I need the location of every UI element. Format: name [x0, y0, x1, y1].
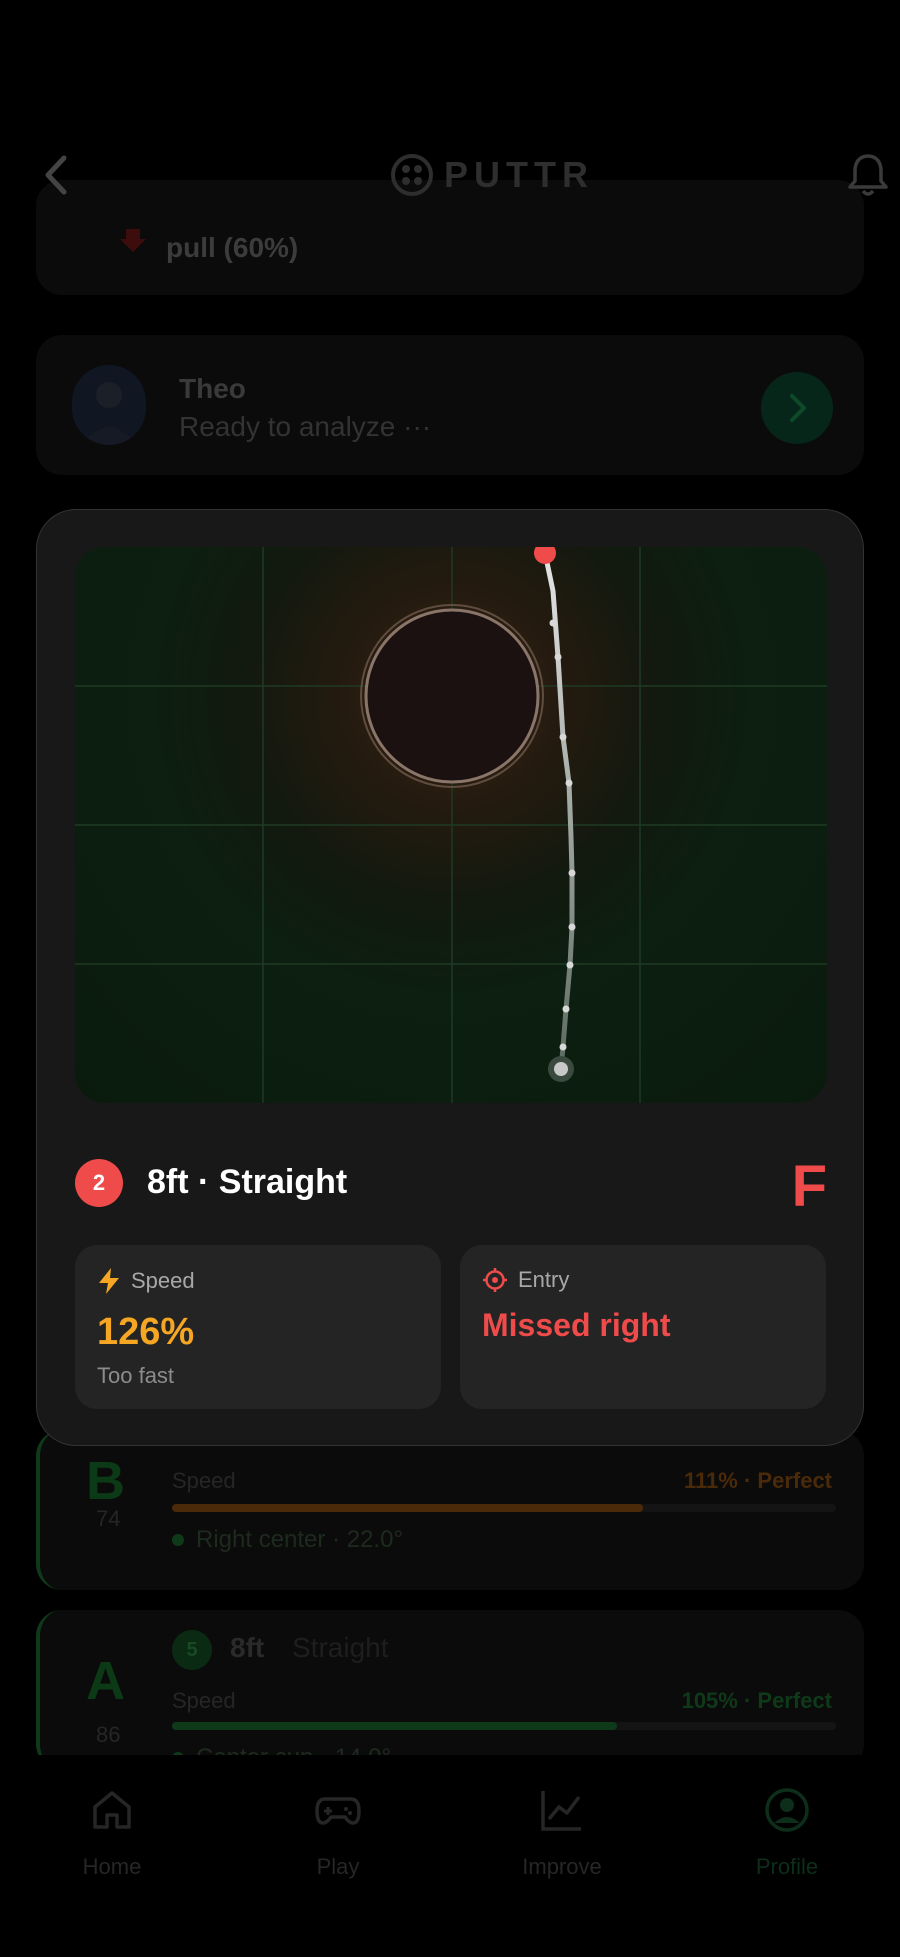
entry-stat-card: Entry Missed right — [460, 1245, 826, 1409]
speed-value: 105% · Perfect — [681, 1688, 832, 1713]
shot-detail-modal: 2 8ft · Straight F Speed 126% Too fast E… — [36, 509, 864, 1446]
nav-home[interactable]: Home — [42, 1785, 182, 1880]
speed-bar-fill — [172, 1504, 644, 1512]
entry-text: Right center · 22.0° — [172, 1526, 403, 1554]
entry-label: Right center · 22.0° — [196, 1526, 404, 1553]
green-svg — [75, 547, 827, 1103]
speed-bar-fill — [172, 1722, 617, 1730]
open-coach-button[interactable] — [761, 372, 833, 444]
nav-play-label: Play — [316, 1854, 360, 1879]
bell-icon[interactable] — [846, 152, 890, 198]
nav-profile-label: Profile — [755, 1854, 819, 1879]
bottom-nav: Home Play Improve Profile — [0, 1755, 900, 1957]
shot-row[interactable]: B 74 Speed 111% · Perfect Right center ·… — [36, 1430, 864, 1590]
home-icon — [93, 1791, 131, 1829]
shot-score: 74 — [96, 1506, 121, 1531]
nav-play[interactable]: Play — [268, 1785, 408, 1880]
shot-grade: B — [86, 1451, 125, 1511]
speed-verdict: Too fast — [97, 1363, 175, 1388]
shot-row[interactable]: 5 8ft Straight A 86 Speed 105% · Perfect… — [36, 1610, 864, 1771]
shot-distance: 8ft — [230, 1632, 265, 1663]
top-header: PUTTR — [0, 130, 900, 220]
speed-label: Speed — [131, 1268, 195, 1293]
shot-grade: F — [791, 1154, 827, 1219]
speed-bar — [172, 1504, 836, 1512]
cup — [360, 604, 544, 788]
lightning-icon — [99, 1268, 119, 1294]
speed-label: Speed — [172, 1468, 236, 1493]
nav-improve-label: Improve — [522, 1854, 602, 1879]
coach-card[interactable]: Theo Ready to analyze ··· — [36, 335, 864, 475]
nav-improve[interactable]: Improve — [492, 1785, 632, 1880]
nav-profile[interactable]: Profile — [717, 1785, 857, 1880]
drill-text: pull (60%) — [166, 232, 299, 263]
shot-number-badge: 5 — [172, 1630, 212, 1670]
shot-header: 2 8ft · Straight F — [75, 1154, 827, 1219]
shot-direction: Straight — [292, 1632, 389, 1663]
golf-ball-icon — [391, 154, 433, 196]
speed-value: 126% — [97, 1311, 195, 1353]
puttr-logo: PUTTR — [390, 150, 594, 200]
profile-icon — [765, 1788, 809, 1832]
nav-home-label: Home — [82, 1854, 142, 1879]
entry-value: Missed right — [482, 1307, 671, 1343]
shot-number-badge: 2 — [75, 1159, 123, 1207]
entry-dot — [172, 1534, 184, 1546]
speed-label: Speed — [172, 1688, 236, 1713]
back-chevron-icon[interactable] — [36, 150, 76, 200]
target-icon — [483, 1268, 507, 1292]
ball-end-marker — [534, 547, 556, 564]
gamepad-icon — [315, 1797, 361, 1825]
shot-score: 86 — [96, 1722, 121, 1747]
coach-status: Ready to analyze ··· — [179, 411, 432, 442]
putting-green — [75, 547, 827, 1103]
shot-title: 8ft · Straight — [147, 1163, 348, 1201]
speed-stat-card: Speed 126% Too fast — [75, 1245, 441, 1409]
shot-grade: A — [86, 1651, 125, 1711]
speed-bar — [172, 1722, 836, 1730]
avatar — [72, 365, 146, 445]
logo-text: PUTTR — [444, 154, 594, 195]
speed-value: 111% · Perfect — [684, 1468, 832, 1493]
coach-name: Theo — [179, 373, 246, 404]
entry-label: Entry — [518, 1267, 570, 1292]
chevron-right-icon — [790, 394, 806, 422]
arrow-down-icon — [120, 229, 146, 252]
ball-path — [542, 550, 575, 1072]
chart-icon — [541, 1791, 581, 1831]
